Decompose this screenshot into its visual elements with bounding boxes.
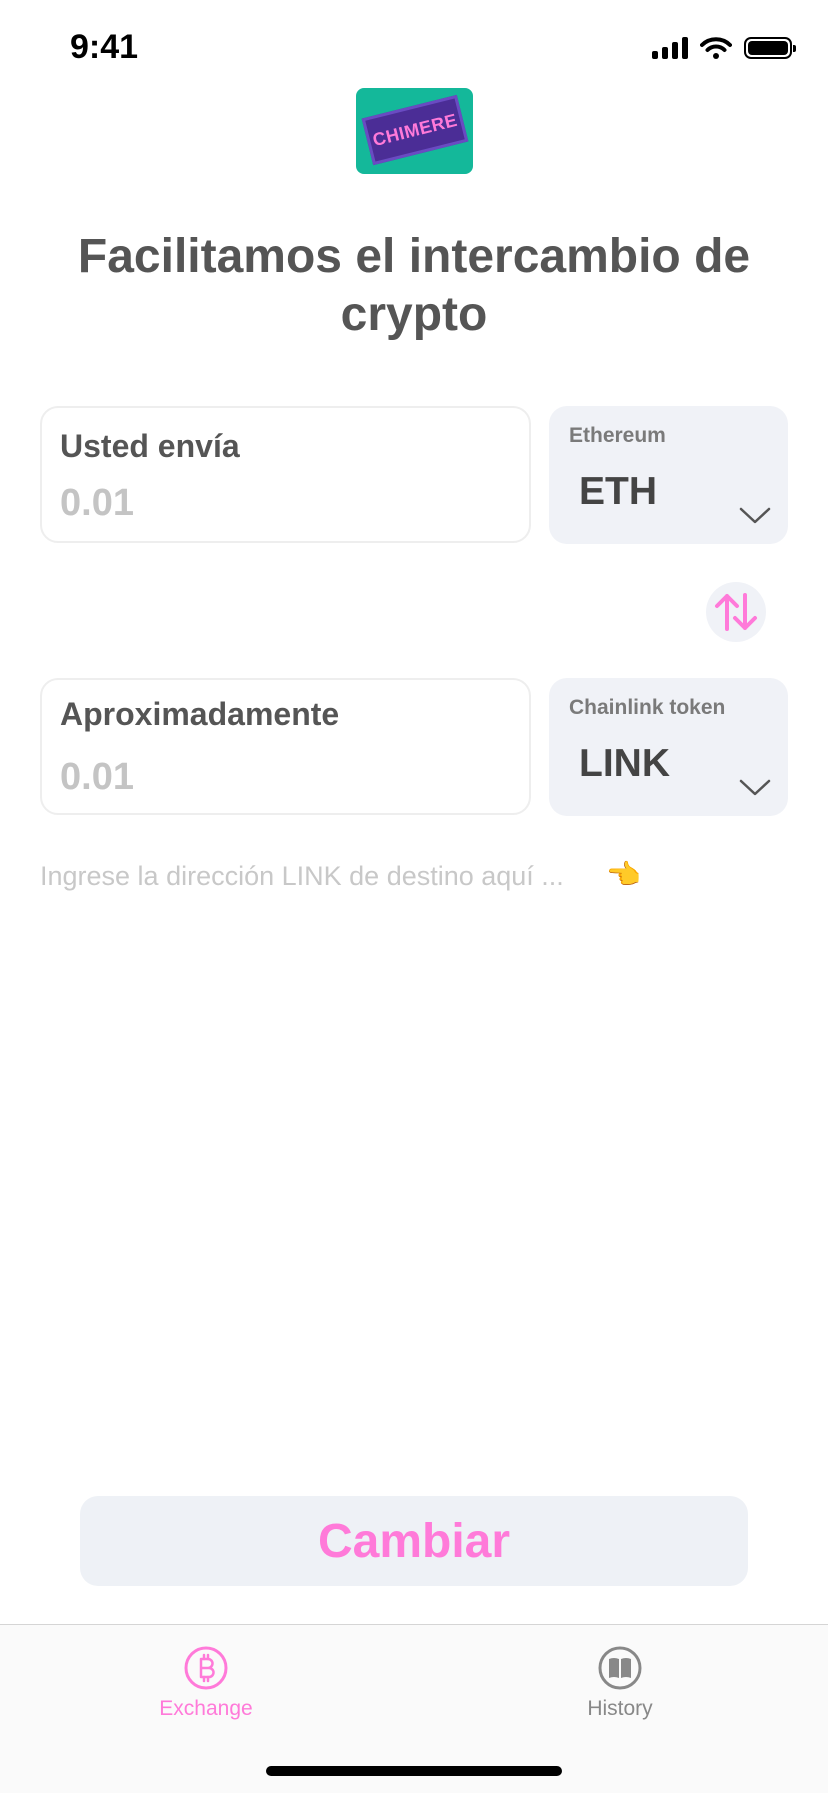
pointing-hand-icon: 👈 [606, 859, 641, 890]
tab-history[interactable]: History [520, 1645, 720, 1735]
receive-coin-select[interactable]: Chainlink token LINK [549, 678, 788, 816]
app-logo: CHIMERE [356, 88, 473, 174]
book-icon [598, 1646, 642, 1690]
chevron-down-icon [739, 779, 771, 796]
receive-amount-input[interactable] [60, 752, 500, 802]
cellular-signal-icon [652, 37, 688, 59]
send-amount-box[interactable]: Usted envía [40, 406, 531, 543]
status-icons [652, 36, 796, 60]
page-headline: Facilitamos el intercambio de crypto [77, 230, 751, 341]
exchange-submit-button[interactable]: Cambiar [80, 1496, 748, 1586]
receive-coin-name: Chainlink token [569, 696, 726, 719]
tab-history-label: History [587, 1697, 653, 1720]
send-coin-select[interactable]: Ethereum ETH [549, 406, 788, 544]
chevron-down-icon [739, 507, 771, 524]
swap-arrows-icon [715, 593, 757, 631]
send-amount-label: Usted envía [60, 428, 240, 464]
logo-text: CHIMERE [370, 109, 460, 151]
battery-icon [744, 37, 796, 59]
wifi-icon [700, 37, 732, 59]
receive-amount-label: Aproximadamente [60, 696, 340, 732]
send-coin-symbol: ETH [579, 470, 657, 513]
receive-amount-box[interactable]: Aproximadamente [40, 678, 531, 815]
status-bar: 9:41 [0, 0, 828, 100]
bitcoin-icon [184, 1646, 228, 1690]
submit-label: Cambiar [317, 1514, 511, 1568]
tab-exchange-label: Exchange [159, 1697, 253, 1720]
status-time: 9:41 [70, 28, 139, 66]
send-amount-input[interactable] [60, 478, 500, 528]
tab-exchange[interactable]: Exchange [106, 1645, 306, 1735]
send-coin-name: Ethereum [569, 424, 666, 447]
home-indicator [266, 1766, 562, 1776]
receive-coin-symbol: LINK [579, 742, 670, 785]
logo-banknote: CHIMERE [361, 94, 469, 166]
swap-button[interactable] [706, 582, 766, 642]
